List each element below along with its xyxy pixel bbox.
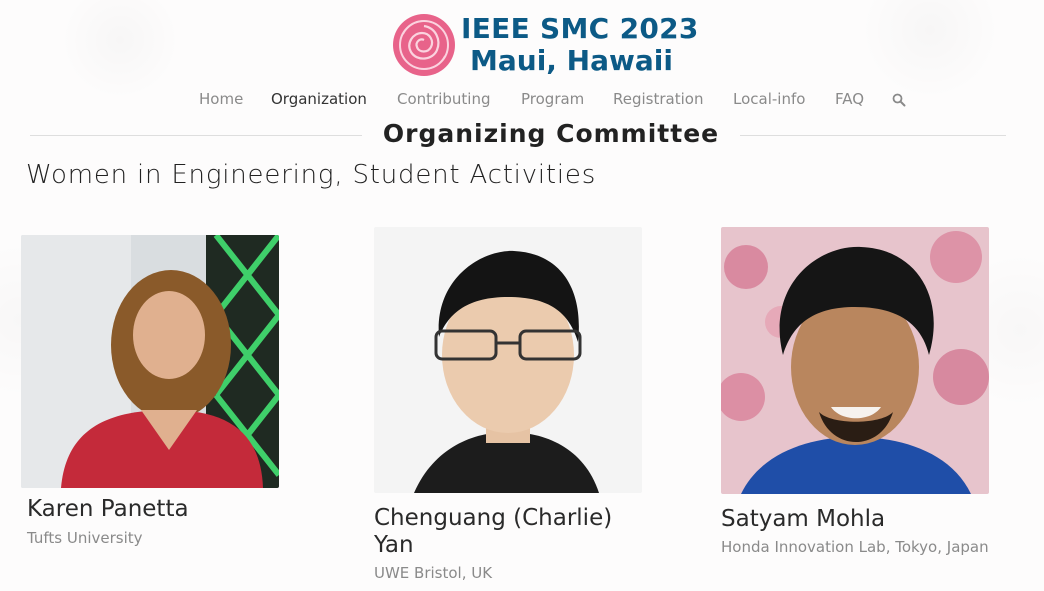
member-name-line2: Yan — [374, 532, 414, 558]
member-photo — [721, 227, 989, 494]
site-logo[interactable]: IEEE SMC 2023 Maui, Hawaii — [391, 12, 699, 78]
member-name: Karen Panetta — [27, 496, 189, 522]
rose-logo-icon — [393, 14, 455, 76]
nav-program[interactable]: Program — [521, 90, 584, 108]
nav-registration[interactable]: Registration — [613, 90, 703, 108]
member-name: Satyam Mohla — [721, 506, 886, 532]
member-name-line1: Chenguang (Charlie) — [374, 505, 613, 531]
main-navigation: Home Organization Contributing Program R… — [0, 90, 1044, 114]
title-rule-left — [30, 135, 362, 136]
nav-organization[interactable]: Organization — [271, 90, 367, 108]
member-affiliation: Honda Innovation Lab, Tokyo, Japan — [721, 538, 989, 556]
page-title: Organizing Committee — [382, 119, 720, 148]
logo-title: IEEE SMC 2023 — [461, 12, 699, 45]
search-icon[interactable] — [892, 93, 906, 107]
logo-location: Maui, Hawaii — [470, 44, 673, 77]
member-photo — [21, 235, 279, 488]
member-photo — [374, 227, 642, 493]
title-rule-right — [740, 135, 1006, 136]
nav-home[interactable]: Home — [199, 90, 243, 108]
nav-local-info[interactable]: Local-info — [733, 90, 805, 108]
nav-faq[interactable]: FAQ — [835, 90, 864, 108]
nav-contributing[interactable]: Contributing — [397, 90, 490, 108]
member-affiliation: UWE Bristol, UK — [374, 564, 493, 582]
portrait-illustration — [374, 227, 642, 493]
logo-text: IEEE SMC 2023 Maui, Hawaii — [461, 13, 699, 77]
portrait-illustration — [721, 227, 989, 494]
member-affiliation: Tufts University — [27, 529, 143, 547]
section-title: Women in Engineering, Student Activities — [26, 160, 597, 190]
portrait-illustration — [21, 235, 279, 488]
